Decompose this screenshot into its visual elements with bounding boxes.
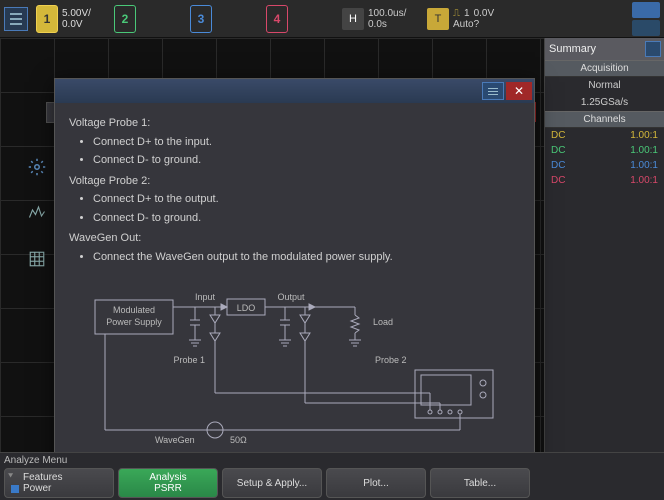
power-checkbox-icon — [11, 485, 19, 493]
collapse-arrow-icon: ⯆ — [7, 471, 14, 482]
section-title: Voltage Probe 2: — [69, 173, 520, 190]
summary-header: Summary — [545, 38, 664, 60]
svg-text:50Ω: 50Ω — [230, 435, 247, 445]
features-sub: Power — [23, 483, 51, 494]
connection-help-dialog: ✕ Voltage Probe 1: Connect D+ to the inpu… — [54, 78, 535, 470]
svg-text:LDO: LDO — [236, 303, 255, 313]
trigger-level: 0.0V — [474, 8, 495, 19]
setup-apply-button[interactable]: Setup & Apply... — [222, 468, 322, 498]
channel-row: DC1.00:1 — [545, 128, 664, 143]
gear-icon[interactable] — [26, 156, 48, 178]
setup-label: Setup & Apply... — [237, 478, 307, 489]
trigger-mode: Auto? — [453, 19, 508, 30]
h-delay: 0.0s — [368, 19, 423, 30]
features-label: Features — [23, 472, 62, 483]
svg-text:Probe 1: Probe 1 — [173, 355, 205, 365]
channel-row: DC1.00:1 — [545, 158, 664, 173]
trigger-edge-icon: ⎍ — [453, 8, 460, 19]
svg-text:WaveGen: WaveGen — [155, 435, 195, 445]
channel-4-button[interactable]: 4 — [266, 5, 288, 33]
trigger-src: 1 — [464, 8, 470, 19]
channel-3-button[interactable]: 3 — [190, 5, 212, 33]
svg-text:Input: Input — [194, 292, 215, 302]
table-icon[interactable] — [26, 248, 48, 270]
features-button[interactable]: ⯆ Features Power — [4, 468, 114, 498]
instruction-item: Connect D+ to the output. — [93, 191, 520, 208]
channel-row: DC1.00:1 — [545, 143, 664, 158]
svg-text:Probe 2: Probe 2 — [375, 355, 407, 365]
instruction-item: Connect D+ to the input. — [93, 134, 520, 151]
waveform-icon[interactable] — [26, 202, 48, 224]
analysis-mode-button[interactable] — [632, 20, 660, 36]
dialog-menu-icon[interactable] — [482, 82, 504, 100]
svg-text:Output: Output — [277, 292, 305, 302]
acq-rate: 1.25GSa/s — [545, 94, 664, 111]
acquisition-header: Acquisition — [545, 60, 664, 77]
instruction-item: Connect the WaveGen output to the modula… — [93, 249, 520, 266]
section-title: Voltage Probe 1: — [69, 115, 520, 132]
table-button[interactable]: Table... — [430, 468, 530, 498]
horizontal-button[interactable]: H — [342, 8, 364, 30]
h-tdiv: 100.0us/ — [368, 8, 423, 19]
trigger-info: ⎍ 1 0.0V Auto? — [453, 8, 508, 30]
display-mode-button[interactable] — [632, 2, 660, 18]
channel-1-button[interactable]: 1 — [36, 5, 58, 33]
instruction-item: Connect D- to ground. — [93, 210, 520, 227]
instruction-item: Connect D- to ground. — [93, 152, 520, 169]
analysis-label: Analysis — [149, 472, 186, 483]
channels-header: Channels — [545, 111, 664, 128]
horizontal-info: 100.0us/ 0.0s — [368, 8, 423, 30]
dialog-close-icon[interactable]: ✕ — [506, 82, 532, 100]
svg-text:Load: Load — [373, 317, 393, 327]
summary-menu-icon[interactable] — [645, 41, 661, 57]
summary-panel: Summary Acquisition Normal 1.25GSa/s Cha… — [544, 38, 664, 452]
trigger-button[interactable]: T — [427, 8, 449, 30]
ch1-vdiv: 5.00V/ — [62, 8, 110, 19]
table-label: Table... — [464, 478, 496, 489]
ch1-offset: 0.0V — [62, 19, 110, 30]
plot-button[interactable]: Plot... — [326, 468, 426, 498]
channel-2-button[interactable]: 2 — [114, 5, 136, 33]
analyze-menu-label: Analyze Menu — [4, 455, 67, 466]
connection-diagram: Modulated Power Supply Input — [75, 285, 515, 455]
summary-title: Summary — [549, 43, 596, 55]
plot-label: Plot... — [363, 478, 389, 489]
main-menu-icon[interactable] — [4, 7, 28, 31]
acq-mode: Normal — [545, 77, 664, 94]
diagram-label-mps1: Modulated — [112, 305, 154, 315]
analysis-button[interactable]: Analysis PSRR — [118, 468, 218, 498]
analysis-sub: PSRR — [154, 483, 182, 494]
diagram-label-mps2: Power Supply — [106, 317, 162, 327]
channel-1-info: 5.00V/ 0.0V — [62, 8, 110, 30]
channel-row: DC1.00:1 — [545, 173, 664, 188]
section-title: WaveGen Out: — [69, 230, 520, 247]
